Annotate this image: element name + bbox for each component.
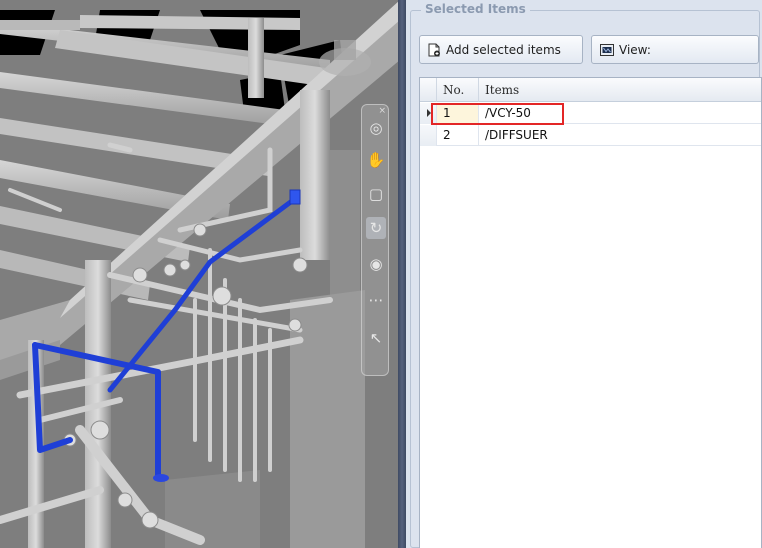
view-button[interactable]: View: xyxy=(591,35,759,64)
zoom-box-icon[interactable]: ▢ xyxy=(366,183,386,205)
view-button-label: View: xyxy=(619,42,651,57)
selected-items-group: Selected Items Add selected items View: … xyxy=(410,2,762,548)
selected-items-panel: Selected Items Add selected items View: … xyxy=(406,0,762,548)
add-selected-items-label: Add selected items xyxy=(446,42,561,57)
row-number: 2 xyxy=(437,125,479,146)
grid-header: No. Items xyxy=(420,78,761,102)
table-row[interactable]: 2 /DIFFSUER xyxy=(420,125,761,146)
annotation-highlight-box xyxy=(431,103,564,125)
panel-splitter[interactable] xyxy=(398,0,406,548)
close-icon[interactable]: × xyxy=(378,106,386,116)
add-document-icon xyxy=(428,43,441,57)
navigation-toolbar: × ◎ ✋ ▢ ↻ ◉ ⋯ ↖ xyxy=(361,104,389,376)
column-header-items[interactable]: Items xyxy=(479,78,761,102)
plant-model-render xyxy=(0,0,398,548)
row-item: /DIFFSUER xyxy=(485,128,548,142)
look-around-icon[interactable]: ◉ xyxy=(366,253,386,275)
view-icon xyxy=(600,43,614,56)
selected-items-grid[interactable]: No. Items 1 /VCY-50 2 /DIFFSUER xyxy=(419,77,762,548)
orbit-icon[interactable]: ◎ xyxy=(366,117,386,139)
add-selected-items-button[interactable]: Add selected items xyxy=(419,35,583,64)
select-pointer-icon[interactable]: ↖ xyxy=(366,327,386,349)
group-title: Selected Items xyxy=(421,2,530,16)
row-selector[interactable] xyxy=(420,125,437,146)
walk-icon[interactable]: ⋯ xyxy=(366,289,386,311)
pan-hand-icon[interactable]: ✋ xyxy=(366,149,386,171)
rotate-icon[interactable]: ↻ xyxy=(366,217,386,239)
column-header-no[interactable]: No. xyxy=(437,78,479,102)
3d-viewport[interactable]: × ◎ ✋ ▢ ↻ ◉ ⋯ ↖ xyxy=(0,0,398,548)
header-selector-cell xyxy=(420,78,437,102)
